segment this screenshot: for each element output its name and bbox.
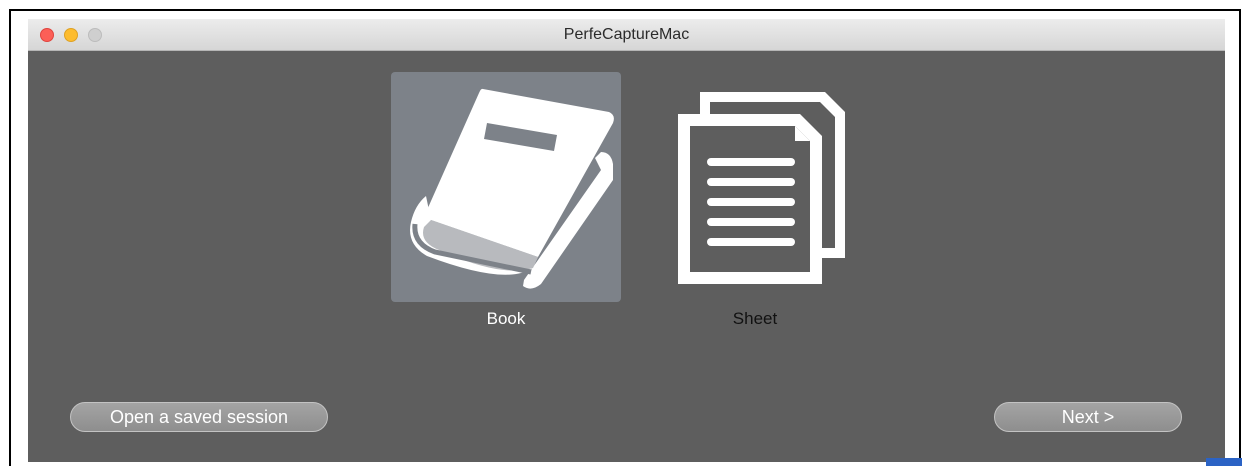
open-saved-session-button[interactable]: Open a saved session <box>70 402 328 432</box>
sheet-option[interactable] <box>640 72 870 302</box>
sheet-option-label: Sheet <box>732 309 778 328</box>
window-edge-fragment <box>1206 458 1242 466</box>
book-icon <box>410 88 614 289</box>
book-option[interactable] <box>391 72 621 302</box>
next-button[interactable]: Next > <box>994 402 1182 432</box>
window-title: PerfeCaptureMac <box>563 26 690 43</box>
title-bar[interactable]: PerfeCaptureMac <box>28 19 1225 51</box>
sheet-icon <box>678 92 845 284</box>
app-window: PerfeCaptureMac Book Sheet Open a saved … <box>28 19 1225 462</box>
book-option-label: Book <box>486 309 526 328</box>
